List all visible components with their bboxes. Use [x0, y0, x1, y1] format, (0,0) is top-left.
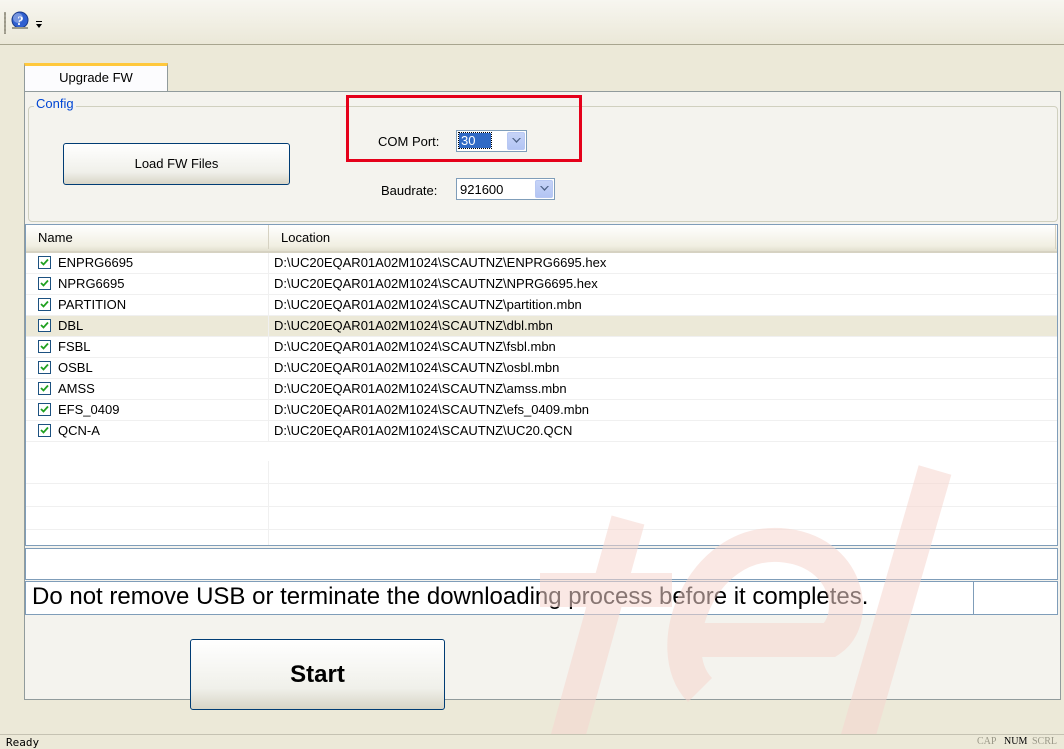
- cell-name: PARTITION: [58, 297, 127, 312]
- cell-name: AMSS: [58, 381, 95, 396]
- toolbar-grip[interactable]: [4, 12, 6, 34]
- table-row[interactable]: QCN-A D:\UC20EQAR01A02M1024\SCAUTNZ\UC20.…: [26, 421, 1057, 442]
- cell-name: QCN-A: [58, 423, 100, 438]
- config-group-label: Config: [34, 96, 76, 111]
- warning-divider: [973, 582, 974, 614]
- cell-location: D:\UC20EQAR01A02M1024\SCAUTNZ\NPRG6695.h…: [274, 276, 598, 291]
- row-checkbox[interactable]: [38, 361, 51, 374]
- caps-indicator: CAP: [977, 736, 997, 747]
- num-indicator: NUM: [1004, 736, 1028, 747]
- row-checkbox[interactable]: [38, 403, 51, 416]
- table-row[interactable]: OSBL D:\UC20EQAR01A02M1024\SCAUTNZ\osbl.m…: [26, 358, 1057, 379]
- column-divider: [268, 379, 269, 399]
- load-fw-files-button[interactable]: Load FW Files: [63, 143, 290, 185]
- column-divider: [268, 337, 269, 357]
- baudrate-label: Baudrate:: [381, 183, 438, 198]
- column-divider: [268, 400, 269, 420]
- chevron-down-icon[interactable]: [535, 180, 553, 198]
- empty-row-divider: [26, 506, 1057, 507]
- empty-row-divider: [26, 529, 1057, 530]
- row-checkbox[interactable]: [38, 277, 51, 290]
- empty-row-divider: [26, 483, 1057, 484]
- column-divider: [268, 358, 269, 378]
- cell-location: D:\UC20EQAR01A02M1024\SCAUTNZ\osbl.mbn: [274, 360, 560, 375]
- scrl-indicator: SCRL: [1032, 736, 1058, 747]
- baudrate-select[interactable]: 921600: [456, 178, 555, 200]
- chevron-down-icon[interactable]: [34, 18, 44, 30]
- warning-box: Do not remove USB or terminate the downl…: [25, 581, 1058, 615]
- row-checkbox[interactable]: [38, 340, 51, 353]
- column-header-location[interactable]: Location: [269, 225, 1056, 249]
- cell-location: D:\UC20EQAR01A02M1024\SCAUTNZ\UC20.QCN: [274, 423, 573, 438]
- table-header: Name Location: [26, 225, 1057, 253]
- baudrate-value: 921600: [460, 182, 504, 197]
- column-divider: [268, 253, 269, 273]
- row-checkbox[interactable]: [38, 319, 51, 332]
- table-row[interactable]: AMSS D:\UC20EQAR01A02M1024\SCAUTNZ\amss.m…: [26, 379, 1057, 400]
- row-checkbox[interactable]: [38, 382, 51, 395]
- status-text: Ready: [6, 736, 40, 749]
- row-checkbox[interactable]: [38, 298, 51, 311]
- tab-upgrade-fw[interactable]: Upgrade FW: [24, 63, 168, 91]
- start-button[interactable]: Start: [190, 639, 445, 710]
- svg-text:?: ?: [17, 13, 24, 28]
- row-checkbox[interactable]: [38, 256, 51, 269]
- com-port-highlight: [346, 95, 582, 162]
- table-row[interactable]: FSBL D:\UC20EQAR01A02M1024\SCAUTNZ\fsbl.m…: [26, 337, 1057, 358]
- table-row[interactable]: DBL D:\UC20EQAR01A02M1024\SCAUTNZ\dbl.mbn: [26, 316, 1057, 337]
- cell-name: FSBL: [58, 339, 91, 354]
- cell-name: ENPRG6695: [58, 255, 134, 270]
- cell-name: NPRG6695: [58, 276, 125, 291]
- column-divider: [268, 421, 269, 441]
- table-row[interactable]: EFS_0409 D:\UC20EQAR01A02M1024\SCAUTNZ\ef…: [26, 400, 1057, 421]
- cell-location: D:\UC20EQAR01A02M1024\SCAUTNZ\partition.…: [274, 297, 582, 312]
- table-row[interactable]: ENPRG6695 D:\UC20EQAR01A02M1024\SCAUTNZ\E…: [26, 253, 1057, 274]
- row-checkbox[interactable]: [38, 424, 51, 437]
- cell-location: D:\UC20EQAR01A02M1024\SCAUTNZ\efs_0409.m…: [274, 402, 590, 417]
- cell-name: EFS_0409: [58, 402, 120, 417]
- warning-message: Do not remove USB or terminate the downl…: [32, 583, 869, 610]
- column-divider: [268, 295, 269, 315]
- column-header-name[interactable]: Name: [26, 225, 269, 249]
- toolbar: ?: [0, 0, 1064, 45]
- progress-bar: [25, 548, 1058, 580]
- cell-location: D:\UC20EQAR01A02M1024\SCAUTNZ\dbl.mbn: [274, 318, 553, 333]
- cell-name: DBL: [58, 318, 84, 333]
- cell-name: OSBL: [58, 360, 93, 375]
- cell-location: D:\UC20EQAR01A02M1024\SCAUTNZ\amss.mbn: [274, 381, 567, 396]
- column-divider: [268, 316, 269, 336]
- empty-column-divider: [268, 461, 269, 545]
- table-row[interactable]: PARTITION D:\UC20EQAR01A02M1024\SCAUTNZ\p…: [26, 295, 1057, 316]
- table-row[interactable]: NPRG6695 D:\UC20EQAR01A02M1024\SCAUTNZ\NP…: [26, 274, 1057, 295]
- status-bar: Ready CAP NUM SCRL: [0, 734, 1064, 749]
- cell-location: D:\UC20EQAR01A02M1024\SCAUTNZ\ENPRG6695.…: [274, 255, 607, 270]
- help-icon[interactable]: ?: [10, 10, 30, 30]
- file-list-table[interactable]: Name Location ENPRG6695 D:\UC20EQAR01A02M…: [25, 224, 1058, 546]
- column-divider: [268, 274, 269, 294]
- cell-location: D:\UC20EQAR01A02M1024\SCAUTNZ\fsbl.mbn: [274, 339, 556, 354]
